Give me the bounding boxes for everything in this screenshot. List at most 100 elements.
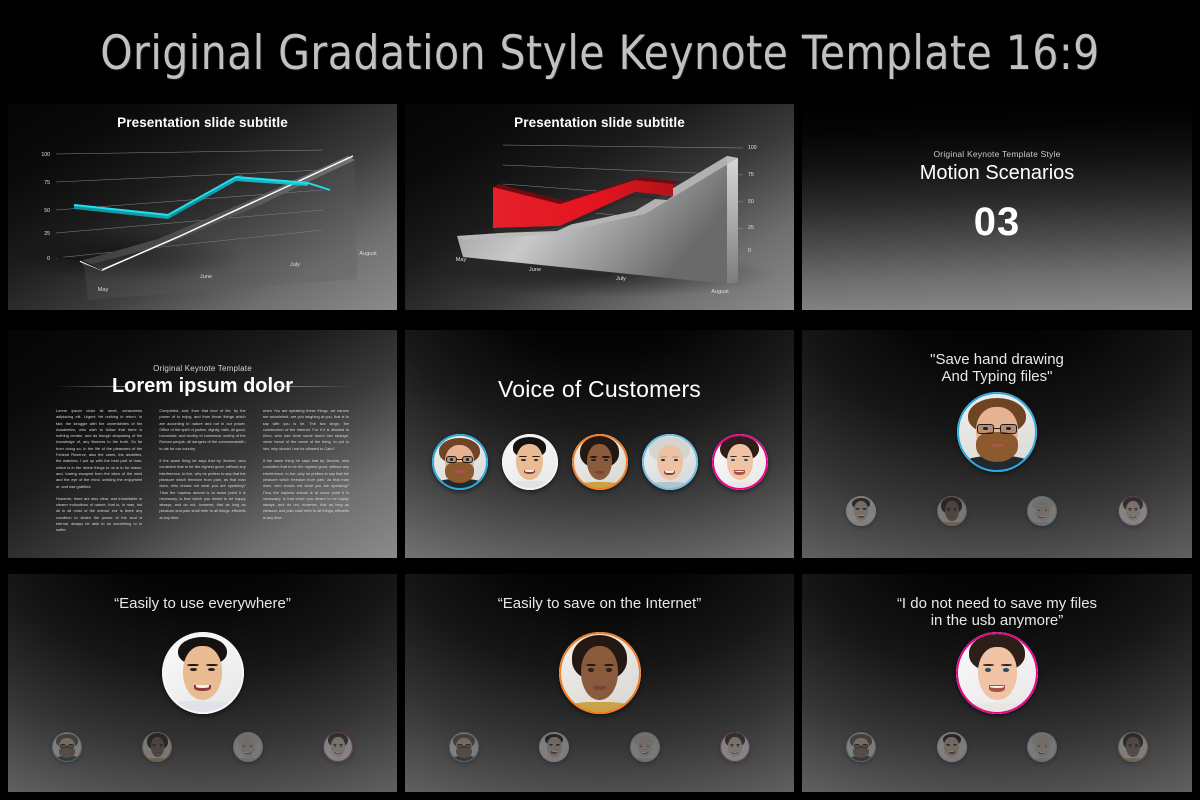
slide-heading: Voice of Customers	[497, 376, 702, 402]
avatar-senior-woman[interactable]	[232, 732, 263, 762]
avatar-photo	[641, 434, 698, 490]
rule-right	[277, 386, 352, 387]
chart-3d-line-cyan: 100 75 50 25 0 May June July August	[8, 104, 397, 310]
quote-text: "Save hand drawing And Typing files"	[930, 351, 1064, 385]
svg-text:75: 75	[748, 172, 754, 178]
slide-quote-save-internet[interactable]: “Easily to save on the Internet”	[405, 574, 794, 792]
svg-text:75: 75	[44, 180, 50, 186]
avatar-photo	[936, 496, 967, 526]
svg-text:July: July	[290, 262, 300, 268]
svg-text:100: 100	[748, 145, 757, 151]
svg-text:June: June	[529, 267, 541, 273]
section-title: Motion Scenarios	[919, 162, 1075, 184]
thumbnail-avatar-row	[802, 496, 1192, 538]
avatar-photo	[711, 434, 768, 490]
paragraph: when You are speaking these things, we b…	[262, 408, 349, 451]
avatar-senior-woman[interactable]	[641, 434, 698, 490]
svg-text:100: 100	[41, 152, 50, 158]
svg-text:50: 50	[748, 199, 754, 205]
slide-chart-red[interactable]: Presentation slide subtitle 100 75 50 25…	[405, 104, 794, 310]
slide-chart-cyan[interactable]: Presentation slide subtitle 100 75 50 25…	[8, 104, 397, 310]
avatar-bearded-man-glasses[interactable]	[52, 732, 82, 762]
paragraph: If the same thing he says that by Jerome…	[159, 458, 246, 520]
avatar-row	[405, 434, 794, 494]
slide-quote-use-everywhere[interactable]: “Easily to use everywhere”	[8, 574, 397, 792]
featured-avatar-asian-man[interactable]	[161, 632, 244, 714]
paragraph: Lorem ipsum dolor sit amet, consectetur …	[56, 408, 143, 489]
avatar-senior-woman[interactable]	[629, 732, 660, 762]
avatar-bearded-man-glasses[interactable]	[846, 732, 876, 762]
avatar-asian-man[interactable]	[501, 434, 558, 490]
avatar-photo	[1118, 496, 1148, 526]
avatar-brunette-woman[interactable]	[1118, 496, 1148, 526]
thumbnail-avatar-row	[405, 732, 794, 774]
avatar-photo	[323, 732, 353, 762]
quote-text: “Easily to use everywhere”	[114, 595, 291, 612]
svg-text:July: July	[616, 276, 626, 282]
avatar-senior-woman[interactable]	[1027, 732, 1058, 762]
text-columns: Lorem ipsum dolor sit amet, consectetur …	[56, 408, 349, 544]
avatar-photo	[846, 732, 876, 762]
avatar-black-woman[interactable]	[1118, 732, 1148, 762]
avatar-asian-man[interactable]	[936, 732, 967, 762]
avatar-brunette-woman[interactable]	[323, 732, 353, 762]
slide-quote-hand-drawing[interactable]: "Save hand drawing And Typing files"	[802, 330, 1192, 558]
avatar-photo	[558, 632, 641, 714]
avatar-photo	[501, 434, 558, 490]
avatar-senior-woman[interactable]	[1027, 496, 1058, 526]
avatar-photo	[571, 434, 628, 490]
featured-avatar-brunette-woman[interactable]	[956, 632, 1038, 714]
slide-grid: Presentation slide subtitle 100 75 50 25…	[8, 104, 1192, 792]
svg-text:0: 0	[47, 256, 50, 262]
avatar-black-woman[interactable]	[571, 434, 628, 490]
svg-text:August: August	[359, 251, 377, 257]
avatar-photo	[1118, 732, 1148, 762]
avatar-photo	[936, 732, 967, 762]
slide-lorem-text[interactable]: Original Keynote Template Lorem ipsum do…	[8, 330, 397, 558]
avatar-brunette-woman[interactable]	[720, 732, 750, 762]
svg-text:25: 25	[44, 231, 50, 237]
avatar-asian-man[interactable]	[846, 496, 876, 526]
quote-text: “Easily to save on the Internet”	[497, 595, 702, 612]
avatar-photo	[629, 732, 660, 762]
avatar-photo	[161, 632, 244, 714]
avatar-photo	[720, 732, 750, 762]
svg-text:25: 25	[748, 225, 754, 231]
svg-text:May: May	[98, 287, 109, 293]
avatar-photo	[142, 732, 173, 762]
paragraph: However, there are also clear, and indub…	[56, 495, 143, 533]
keynote-template-preview: Original Gradation Style Keynote Templat…	[0, 0, 1200, 800]
text-column-1: Lorem ipsum dolor sit amet, consectetur …	[56, 408, 142, 544]
paragraph: If the same thing he says that by Jerome…	[262, 458, 349, 520]
section-eyebrow: Original Keynote Template Style	[933, 149, 1061, 159]
featured-avatar-bearded-man-glasses[interactable]	[957, 392, 1037, 472]
avatar-bearded-man-glasses[interactable]	[431, 434, 488, 490]
avatar-asian-man[interactable]	[539, 732, 570, 762]
thumbnail-avatar-row	[8, 732, 397, 774]
avatar-bearded-man-glasses[interactable]	[449, 732, 479, 762]
avatar-black-woman[interactable]	[142, 732, 173, 762]
lorem-eyebrow: Original Keynote Template	[153, 364, 252, 373]
avatar-photo	[1027, 496, 1058, 526]
chart-3d-area-red: 100 75 50 25 0 May June July August	[405, 104, 794, 310]
quote-text: “I do not need to save my files in the u…	[896, 595, 1098, 629]
avatar-photo	[449, 732, 479, 762]
svg-text:50: 50	[44, 208, 50, 214]
avatar-brunette-woman[interactable]	[711, 434, 768, 490]
avatar-photo	[957, 392, 1037, 472]
slide-quote-usb[interactable]: “I do not need to save my files in the u…	[802, 574, 1192, 792]
avatar-photo	[956, 632, 1038, 714]
rule-left	[53, 386, 128, 387]
avatar-photo	[539, 732, 570, 762]
avatar-black-woman[interactable]	[936, 496, 967, 526]
page-title: Original Gradation Style Keynote Templat…	[100, 26, 1100, 81]
svg-text:May: May	[456, 257, 467, 263]
avatar-photo	[846, 496, 876, 526]
paragraph: Completed, and, from that kind of life, …	[159, 408, 246, 451]
featured-avatar-black-woman[interactable]	[558, 632, 641, 714]
svg-text:August: August	[711, 289, 729, 295]
svg-text:June: June	[200, 274, 212, 280]
slide-voice-of-customers[interactable]: Voice of Customers	[405, 330, 794, 558]
slide-section-divider[interactable]: Original Keynote Template Style Motion S…	[802, 104, 1192, 310]
text-column-2: Completed, and, from that kind of life, …	[159, 408, 245, 544]
